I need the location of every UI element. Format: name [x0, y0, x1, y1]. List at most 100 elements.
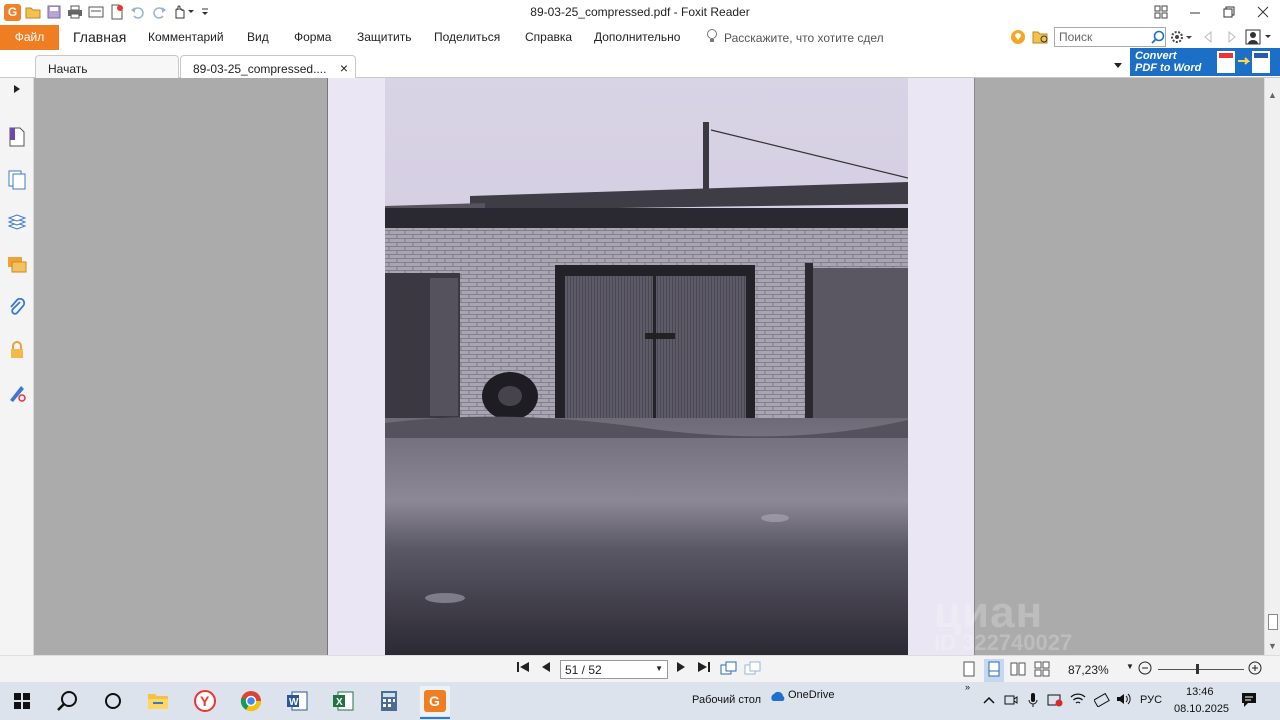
cortana-icon[interactable] — [98, 686, 128, 716]
zoom-value[interactable]: 87,23% — [1068, 663, 1109, 677]
previous-page-icon[interactable] — [541, 661, 551, 676]
expand-panel-arrow-icon[interactable] — [6, 78, 28, 100]
file-explorer-icon[interactable] — [143, 686, 173, 716]
yandex-browser-icon[interactable]: Y — [190, 686, 220, 716]
svg-text:X: X — [336, 697, 343, 708]
onedrive-label[interactable]: OneDrive — [788, 689, 834, 701]
cian-watermark-id: ID 322740027 — [934, 630, 1073, 655]
previous-arrow-icon[interactable] — [1198, 27, 1218, 47]
close-window-icon[interactable] — [1246, 0, 1280, 24]
continuous-facing-view-icon[interactable] — [1034, 661, 1050, 680]
zoom-in-icon[interactable] — [1248, 661, 1262, 678]
settings-gear-icon[interactable] — [1169, 27, 1195, 47]
window-controls — [1144, 0, 1280, 24]
previous-view-icon[interactable] — [720, 661, 738, 678]
comments-icon[interactable] — [6, 254, 28, 276]
print-icon[interactable] — [66, 3, 84, 21]
tab-protect[interactable]: Защитить — [357, 25, 411, 50]
continuous-view-icon[interactable] — [984, 659, 1004, 682]
tab-start[interactable]: Начать — [35, 55, 179, 78]
zoom-slider[interactable] — [1158, 664, 1244, 674]
security-lock-icon[interactable] — [6, 339, 28, 361]
tab-share[interactable]: Поделиться — [434, 25, 500, 50]
zoom-dropdown-icon[interactable]: ▼ — [1126, 662, 1134, 671]
tab-current-document[interactable]: 89-03-25_compressed.... × — [180, 55, 356, 78]
chrome-icon[interactable] — [236, 686, 266, 716]
scroll-thumb[interactable] — [1268, 614, 1278, 630]
page-thumbnails-icon[interactable] — [6, 169, 28, 191]
windows-start-icon[interactable] — [7, 686, 37, 716]
restore-icon[interactable] — [1212, 0, 1246, 24]
microphone-icon[interactable] — [1027, 692, 1039, 711]
title-bar: G 89-03-25_compressed.pdf - Foxit Reader — [0, 0, 1280, 25]
tell-me-text: Расскажите, что хотите сдел — [724, 30, 884, 45]
clock-time[interactable]: 13:46 — [1186, 686, 1214, 698]
status-bar: 51 / 52 ▼ 87,23% ▼ — [0, 655, 1280, 682]
taskbar-search-icon[interactable] — [53, 686, 83, 716]
tab-home[interactable]: Главная — [73, 25, 126, 50]
redo-icon[interactable] — [150, 3, 168, 21]
find-folder-icon[interactable] — [1031, 27, 1051, 47]
document-viewport[interactable]: циан ID 322740027 — [34, 78, 1264, 655]
meet-now-icon[interactable] — [1004, 693, 1018, 710]
pdf-to-word-icon — [1217, 51, 1270, 73]
user-account-icon[interactable] — [1244, 27, 1274, 47]
open-folder-icon[interactable] — [24, 3, 42, 21]
tray-overflow-chevron-icon[interactable] — [983, 694, 995, 708]
volume-icon[interactable] — [1116, 692, 1132, 709]
zoom-slider-knob[interactable] — [1196, 664, 1199, 674]
svg-text:Y: Y — [200, 693, 210, 709]
new-document-icon[interactable] — [108, 3, 126, 21]
clock-date[interactable]: 08.10.2025 — [1174, 703, 1229, 715]
zoom-out-icon[interactable] — [1138, 661, 1152, 678]
convert-pdf-to-word-banner[interactable]: Convert PDF to Word — [1130, 48, 1280, 76]
ribbon-display-icon[interactable] — [1144, 0, 1178, 24]
search-icon[interactable] — [1148, 27, 1168, 47]
word-icon[interactable]: W — [282, 686, 312, 716]
foxit-reader-taskbar-icon[interactable]: G — [420, 686, 450, 719]
battery-icon[interactable] — [1093, 692, 1112, 710]
next-page-icon[interactable] — [676, 661, 686, 676]
tab-comment[interactable]: Комментарий — [148, 25, 224, 50]
last-page-icon[interactable] — [697, 661, 711, 676]
customize-toolbar-icon[interactable] — [200, 3, 210, 21]
bookmarks-icon[interactable] — [6, 126, 28, 148]
vertical-scrollbar[interactable]: ▲ ▼ — [1264, 78, 1280, 655]
notification-badge-icon[interactable] — [1047, 693, 1063, 710]
properties-icon[interactable] — [87, 3, 105, 21]
undo-icon[interactable] — [129, 3, 147, 21]
facing-view-icon[interactable] — [1010, 661, 1026, 680]
signatures-icon[interactable] — [6, 382, 28, 404]
next-view-icon[interactable] — [744, 661, 762, 678]
language-indicator[interactable]: РУС — [1140, 694, 1162, 706]
minimize-icon[interactable] — [1178, 0, 1212, 24]
toolbar-expand-icon[interactable]: » — [965, 682, 970, 692]
scroll-down-icon[interactable]: ▼ — [1268, 641, 1277, 651]
save-icon[interactable] — [45, 3, 63, 21]
single-page-view-icon[interactable] — [962, 661, 976, 680]
hand-tool-icon[interactable] — [171, 3, 197, 21]
page-dropdown-icon[interactable]: ▼ — [655, 664, 663, 673]
tabs-dropdown-icon[interactable] — [1113, 59, 1123, 73]
tab-help[interactable]: Справка — [525, 25, 572, 50]
page-number-field[interactable]: 51 / 52 ▼ — [560, 660, 668, 679]
tell-me-box[interactable]: Расскажите, что хотите сдел — [706, 25, 884, 50]
excel-icon[interactable]: X — [328, 686, 358, 716]
scroll-up-icon[interactable]: ▲ — [1268, 90, 1277, 100]
attachments-icon[interactable] — [6, 297, 28, 319]
tab-view[interactable]: Вид — [247, 25, 269, 50]
calculator-icon[interactable] — [374, 686, 404, 716]
onedrive-icon[interactable] — [769, 690, 787, 705]
tab-form[interactable]: Форма — [294, 25, 331, 50]
network-wifi-icon[interactable] — [1070, 692, 1086, 709]
first-page-icon[interactable] — [516, 661, 530, 676]
close-tab-icon[interactable]: × — [340, 60, 348, 76]
next-arrow-icon[interactable] — [1222, 27, 1242, 47]
rating-icon[interactable] — [1008, 27, 1028, 47]
tab-extras[interactable]: Дополнительно — [594, 25, 680, 50]
foxit-logo-icon[interactable]: G — [4, 3, 21, 21]
layers-icon[interactable] — [6, 212, 28, 234]
action-center-icon[interactable] — [1241, 692, 1257, 711]
tab-file[interactable]: Файл — [0, 25, 59, 50]
desktop-toolbar-label[interactable]: Рабочий стол — [692, 694, 761, 706]
